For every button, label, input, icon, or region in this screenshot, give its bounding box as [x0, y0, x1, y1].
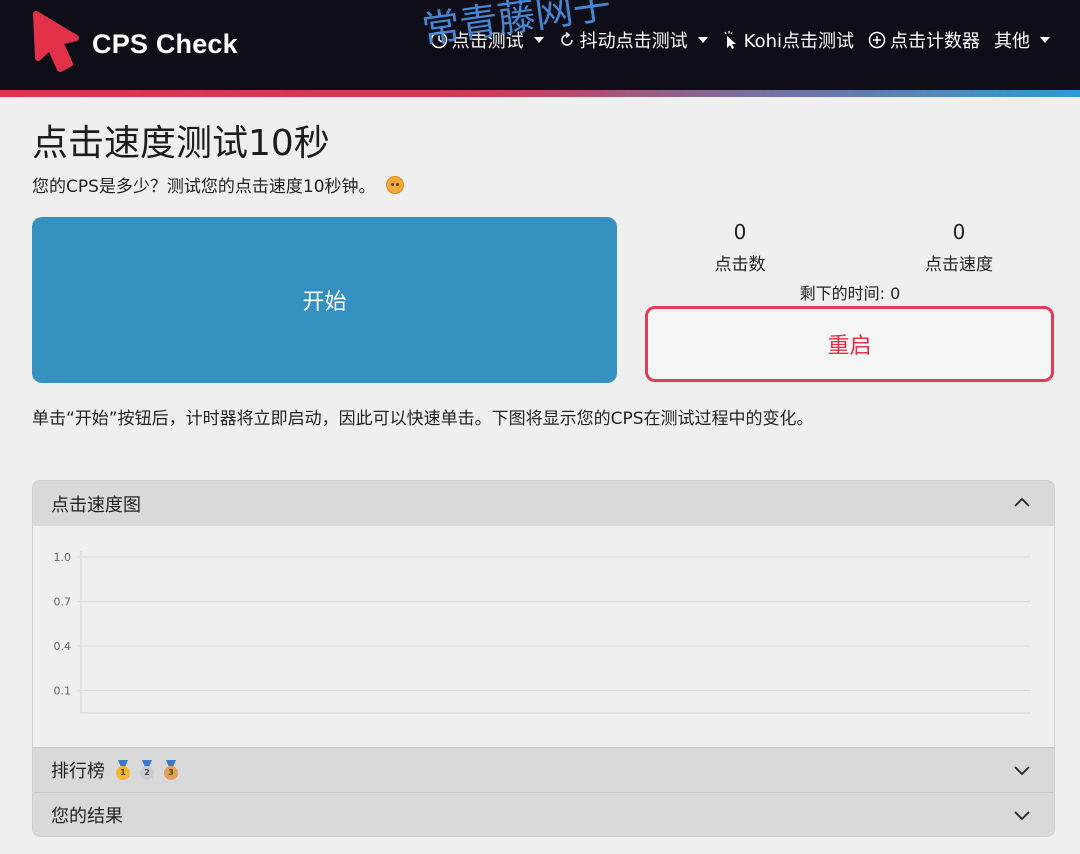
chart-accordion-header[interactable]: 点击速度图 — [33, 481, 1054, 526]
your-results-accordion-header[interactable]: 您的结果 — [33, 792, 1054, 836]
chart-accordion-body: 1.0 0.7 0.4 0.1 — [33, 526, 1054, 747]
click-count-value: 0 — [733, 220, 747, 244]
nav-accent-stripe — [0, 90, 1080, 97]
chevron-down-icon — [1014, 811, 1030, 821]
chart-accordion-title: 点击速度图 — [51, 494, 141, 516]
nav-item-click-counter[interactable]: 点击计数器 — [868, 27, 980, 53]
navbar: CPS Check 点击测试 抖动点击测试 Kohi点击测试 点击计数器 其他 … — [0, 0, 1080, 90]
chevron-down-icon — [1040, 37, 1050, 43]
nav-item-label: Kohi点击测试 — [743, 31, 854, 52]
leaderboard-accordion-header[interactable]: 排行榜 1 2 3 — [33, 747, 1054, 792]
your-results-title: 您的结果 — [51, 806, 123, 827]
medal-rank: 3 — [164, 766, 178, 780]
chevron-down-icon — [697, 37, 708, 43]
medal-rank: 1 — [116, 766, 130, 780]
nav-item-label: 其他 — [994, 31, 1030, 52]
instructions-text: 单击“开始”按钮后，计时器将立即启动，因此可以快速单击。下图将显示您的CPS在测… — [32, 409, 814, 429]
click-count-label: 点击数 — [714, 255, 766, 275]
page-subtitle: 您的CPS是多少？测试您的点击速度10秒钟。 — [32, 172, 404, 197]
brand[interactable]: CPS Check — [30, 8, 238, 80]
cps-chart: 1.0 0.7 0.4 0.1 — [54, 551, 1031, 714]
time-remaining: 剩下的时间: 0 — [640, 280, 1060, 304]
nav-item-kohi-test[interactable]: Kohi点击测试 — [722, 27, 854, 53]
y-tick-label: 0.1 — [54, 685, 72, 698]
chevron-up-icon — [1014, 497, 1030, 507]
y-tick-label: 1.0 — [54, 551, 72, 564]
time-remaining-value: 0 — [890, 284, 901, 303]
page-title: 点击速度测试10秒 — [32, 123, 330, 164]
subtitle-text: 您的CPS是多少？测试您的点击速度10秒钟。 — [32, 177, 376, 197]
chevron-down-icon — [1014, 766, 1030, 776]
click-speed-label: 点击速度 — [925, 255, 993, 275]
results-accordion: 点击速度图 1.0 0.7 0.4 0.1 排行榜 1 2 3 您的结果 — [32, 480, 1055, 837]
medals: 1 2 3 — [115, 760, 179, 780]
gold-medal-icon: 1 — [115, 760, 131, 780]
cursor-logo-icon — [33, 11, 79, 72]
leaderboard-title: 排行榜 — [51, 761, 105, 782]
nav-item-other[interactable]: 其他 — [994, 27, 1050, 53]
bronze-medal-icon: 3 — [163, 760, 179, 780]
click-speed-stat: 0 点击速度 — [849, 220, 1069, 275]
silver-medal-icon: 2 — [139, 760, 155, 780]
y-tick-label: 0.7 — [54, 596, 72, 609]
time-remaining-label: 剩下的时间: — [799, 284, 886, 303]
click-speed-value: 0 — [952, 220, 966, 244]
y-tick-label: 0.4 — [54, 640, 72, 653]
brand-name: CPS Check — [92, 28, 238, 59]
medal-rank: 2 — [140, 766, 154, 780]
nav-item-label: 点击计数器 — [890, 31, 980, 52]
smiley-emoji-icon — [385, 175, 404, 194]
cursor-click-icon — [724, 31, 736, 49]
start-button[interactable]: 开始 — [32, 217, 617, 383]
plus-circle-icon — [868, 31, 886, 49]
nav-item-label: 抖动点击测试 — [579, 31, 688, 52]
restart-button[interactable]: 重启 — [645, 306, 1054, 382]
click-count-stat: 0 点击数 — [630, 220, 850, 275]
